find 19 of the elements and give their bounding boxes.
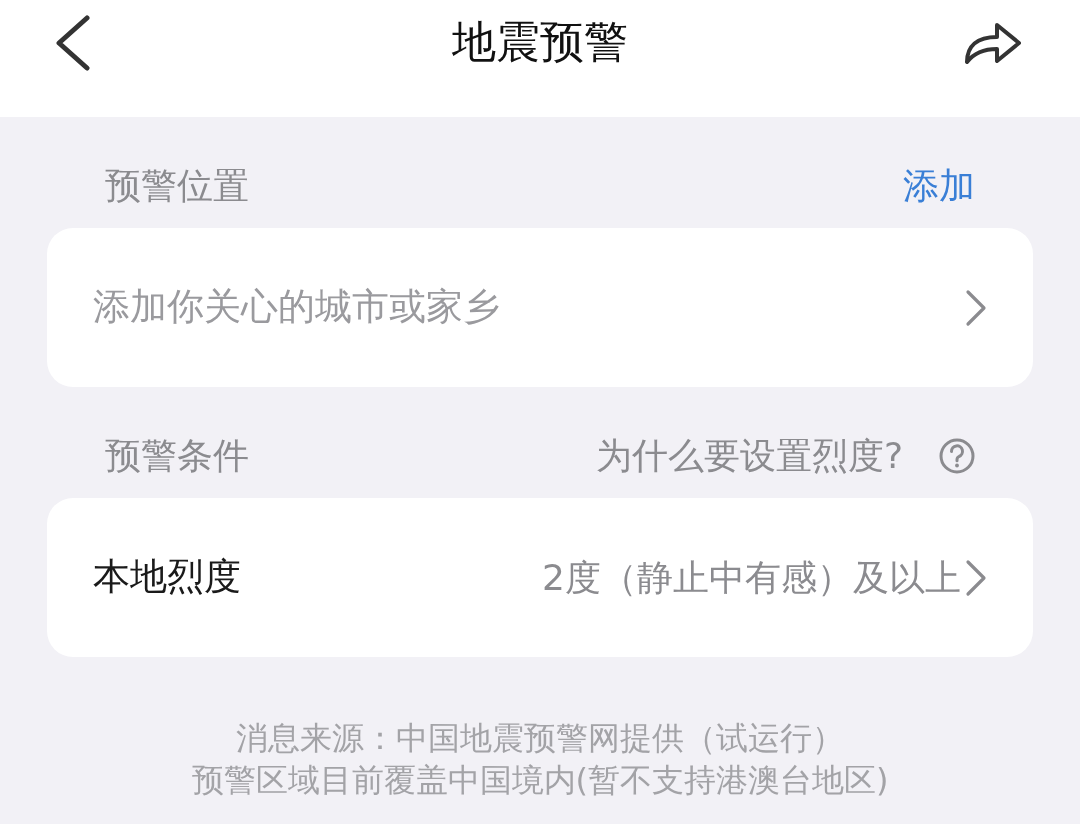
row-label: 本地烈度 [93, 555, 241, 600]
help-link[interactable]: 为什么要设置烈度? [595, 433, 903, 478]
footer-note: 消息来源：中国地震预警网提供（试运行） [236, 718, 844, 759]
back-icon [54, 14, 90, 71]
section-heading: 预警条件 [105, 433, 249, 478]
chevron-right-icon [965, 288, 987, 327]
share-button[interactable] [964, 20, 1022, 65]
section-heading: 预警位置 [105, 163, 249, 208]
setting-row[interactable]: 本地烈度 2度（静止中有感）及以上 [47, 498, 1033, 657]
footer-note: 预警区域目前覆盖中国境内(暂不支持港澳台地区) [191, 760, 889, 801]
back-button[interactable] [54, 14, 90, 71]
share-icon [964, 20, 1022, 65]
help-icon[interactable] [939, 437, 975, 474]
row-value: 2度（静止中有感）及以上 [542, 555, 961, 600]
add-link[interactable]: 添加 [903, 163, 975, 208]
add-location-row[interactable]: 添加你关心的城市或家乡 [47, 228, 1033, 387]
page-title: 地震预警 [452, 16, 628, 69]
chevron-right-icon [965, 558, 987, 597]
row-placeholder: 添加你关心的城市或家乡 [93, 285, 500, 330]
